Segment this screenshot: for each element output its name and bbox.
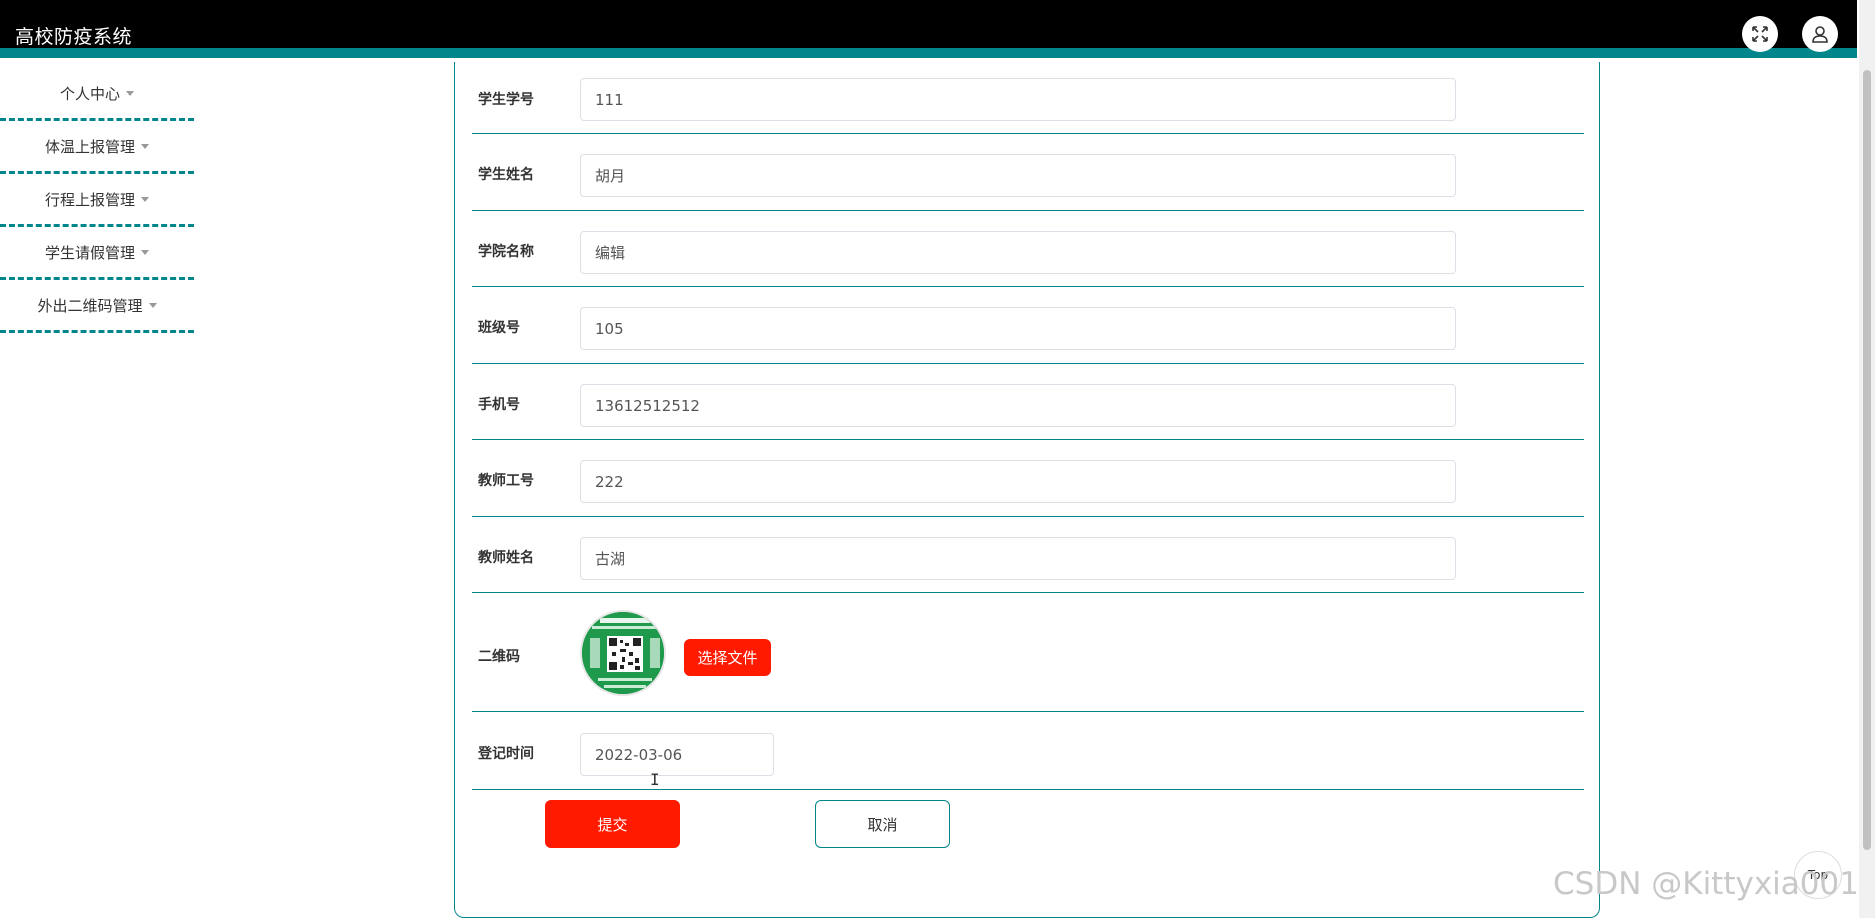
field-label: 学生学号 [478,92,534,108]
form-row-student-id: 学生学号 111 [472,62,1584,134]
field-label: 教师工号 [478,473,534,489]
submit-button[interactable]: 提交 [545,800,680,848]
top-navbar: 高校防疫系统 [0,0,1857,58]
form-row-phone: 手机号 13612512512 [472,364,1584,440]
sidebar-item-label: 个人中心 [59,84,120,103]
user-icon [1812,26,1828,43]
fullscreen-button[interactable] [1742,16,1778,52]
qrcode-image [580,610,666,696]
sidebar-item-itinerary[interactable]: 行程上报管理 [0,174,194,227]
sidebar-item-leave[interactable]: 学生请假管理 [0,227,194,280]
text-cursor-icon: I [650,770,660,789]
choose-file-button[interactable]: 选择文件 [684,639,771,676]
field-label: 班级号 [478,320,520,336]
form-row-college: 学院名称 编辑 [472,211,1584,287]
field-label: 登记时间 [478,746,534,762]
field-label: 学生姓名 [478,167,534,183]
caret-down-icon [141,143,149,149]
field-label: 学院名称 [478,244,534,260]
field-label: 二维码 [478,649,520,665]
sidebar-item-personal-center[interactable]: 个人中心 [0,68,194,121]
caret-down-icon [126,90,134,96]
sidebar-item-label: 学生请假管理 [44,243,135,262]
sidebar-item-label: 行程上报管理 [44,190,135,209]
sidebar-item-label: 体温上报管理 [44,137,135,156]
cancel-button[interactable]: 取消 [815,800,950,848]
caret-down-icon [148,302,157,308]
college-input[interactable]: 编辑 [580,231,1456,274]
user-button[interactable] [1802,16,1838,52]
app-title: 高校防疫系统 [15,26,133,48]
student-id-input[interactable]: 111 [580,78,1456,121]
teacher-id-input[interactable]: 222 [580,460,1456,503]
caret-down-icon [141,249,149,255]
sidebar-item-qrcode[interactable]: 外出二维码管理 [0,280,194,333]
sidebar-item-temperature[interactable]: 体温上报管理 [0,121,194,174]
field-label: 手机号 [478,397,520,413]
sidebar-menu: 个人中心 体温上报管理 行程上报管理 学生请假管理 外出二维码管理 [0,68,194,333]
edit-form-panel: 学生学号 111 学生姓名 胡月 学院名称 编辑 班级号 105 手机号 136… [454,62,1600,918]
form-row-register-time: 登记时间 2022-03-06 [472,712,1584,790]
form-row-teacher-name: 教师姓名 古湖 [472,517,1584,593]
class-input[interactable]: 105 [580,307,1456,350]
phone-input[interactable]: 13612512512 [580,384,1456,427]
form-row-teacher-id: 教师工号 222 [472,440,1584,517]
scrollbar-thumb[interactable] [1863,70,1871,850]
form-row-qrcode: 二维码 选择文件 [472,593,1584,712]
teacher-name-input[interactable]: 古湖 [580,537,1456,580]
register-time-date-picker[interactable]: 2022-03-06 [580,733,774,776]
field-label: 教师姓名 [478,550,534,566]
form-row-student-name: 学生姓名 胡月 [472,134,1584,211]
watermark: CSDN @Kittyxia001 [1553,866,1859,902]
caret-down-icon [141,196,149,202]
sidebar-item-label: 外出二维码管理 [37,296,143,315]
form-row-class: 班级号 105 [472,287,1584,364]
student-name-input[interactable]: 胡月 [580,154,1456,197]
vertical-scrollbar[interactable] [1859,0,1875,918]
expand-icon [1752,26,1768,42]
